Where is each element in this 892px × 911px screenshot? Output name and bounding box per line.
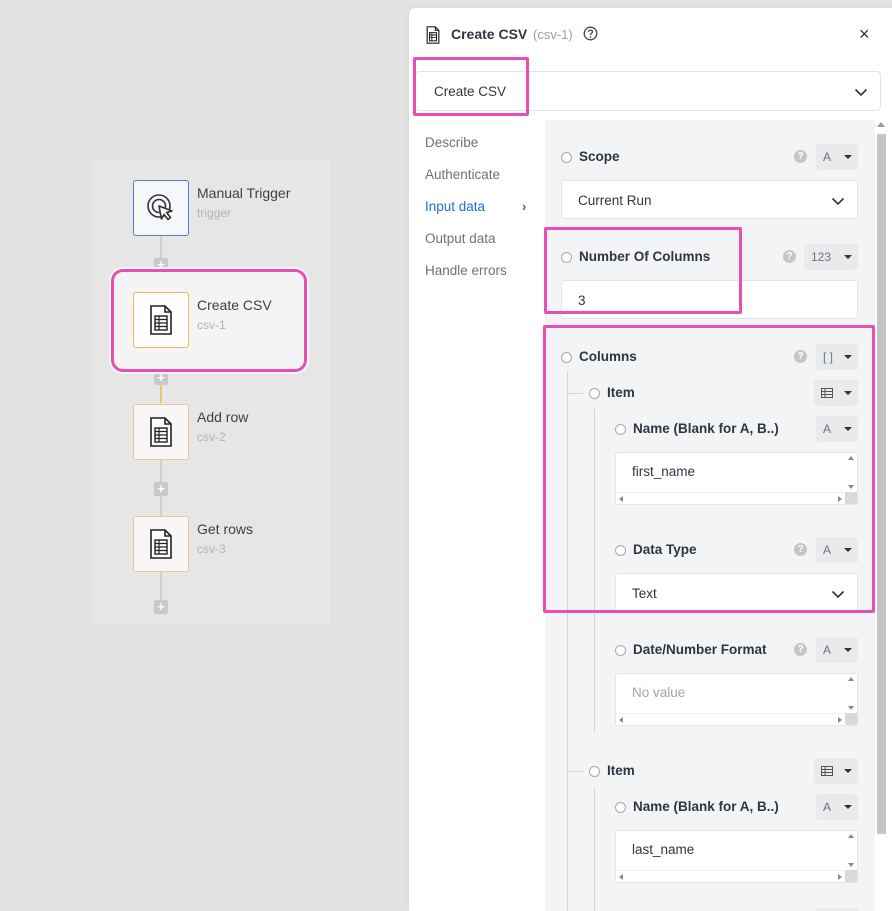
add-step-button[interactable]: + bbox=[154, 600, 168, 614]
caret-down-icon bbox=[844, 255, 852, 259]
table-icon bbox=[821, 766, 833, 776]
caret-down-icon bbox=[844, 805, 852, 809]
column-name-input[interactable]: last_name bbox=[615, 830, 858, 883]
help-icon[interactable] bbox=[583, 26, 598, 41]
scope-radio[interactable] bbox=[561, 152, 572, 163]
textarea-scrollbar[interactable] bbox=[845, 831, 857, 870]
node-settings-panel: Create CSV (csv-1) × Create CSV Describe… bbox=[409, 8, 892, 911]
spreadsheet-icon bbox=[150, 305, 172, 335]
caret-down-icon bbox=[844, 648, 852, 652]
scrollbar-thumb[interactable] bbox=[877, 134, 886, 834]
workflow-node-create-csv[interactable]: Create CSV csv-1 bbox=[132, 291, 332, 349]
type-number-icon: 123 bbox=[811, 250, 832, 264]
item-radio[interactable] bbox=[589, 766, 600, 777]
cursor-click-icon bbox=[147, 194, 173, 221]
add-step-button[interactable]: + bbox=[154, 482, 168, 496]
nav-authenticate[interactable]: Authenticate bbox=[425, 167, 500, 182]
format-placeholder: No value bbox=[632, 685, 686, 700]
textarea-scrollbar[interactable] bbox=[845, 674, 857, 713]
step-name-highlight bbox=[413, 57, 529, 116]
item-label: Item bbox=[607, 763, 635, 778]
type-text-icon: A bbox=[823, 800, 832, 814]
format-type-select[interactable]: A bbox=[816, 637, 858, 663]
help-icon[interactable]: ? bbox=[794, 150, 807, 163]
format-input[interactable]: No value bbox=[615, 673, 858, 726]
node-icon-box bbox=[133, 516, 189, 572]
scope-value: Current Run bbox=[578, 193, 652, 208]
chevron-down-icon bbox=[854, 88, 868, 97]
column-name-label: Name (Blank for A, B..) bbox=[633, 799, 779, 814]
workflow-node-add-row[interactable]: Add row csv-2 bbox=[132, 403, 332, 461]
scroll-up-arrow[interactable] bbox=[877, 122, 885, 127]
column-name-value: last_name bbox=[632, 842, 695, 857]
node-title: Create CSV bbox=[197, 297, 272, 313]
chevron-down-icon bbox=[831, 197, 845, 206]
node-icon-box bbox=[133, 292, 189, 348]
scope-select[interactable]: Current Run bbox=[561, 180, 858, 219]
nav-handle-errors[interactable]: Handle errors bbox=[425, 263, 507, 278]
caret-down-icon bbox=[844, 155, 852, 159]
chevron-right-icon: › bbox=[522, 199, 527, 214]
help-icon[interactable]: ? bbox=[794, 643, 807, 656]
close-button[interactable]: × bbox=[859, 25, 870, 43]
panel-header: Create CSV (csv-1) × bbox=[409, 8, 892, 60]
caret-down-icon bbox=[844, 769, 852, 773]
textarea-hscrollbar[interactable] bbox=[616, 870, 845, 882]
node-subtitle: csv-2 bbox=[197, 430, 226, 444]
node-title: Manual Trigger bbox=[197, 185, 291, 201]
scope-type-select[interactable]: A bbox=[816, 144, 858, 170]
help-icon[interactable]: ? bbox=[783, 250, 796, 263]
column-name-type-select[interactable]: A bbox=[816, 794, 858, 820]
trigger-node-icon-box bbox=[133, 180, 189, 236]
node-subtitle: csv-3 bbox=[197, 542, 226, 556]
textarea-resize-handle[interactable] bbox=[845, 713, 857, 725]
spreadsheet-icon bbox=[150, 417, 172, 447]
tree-line bbox=[567, 771, 583, 772]
node-icon-box bbox=[133, 404, 189, 460]
workflow-node-get-rows[interactable]: Get rows csv-3 bbox=[132, 515, 332, 573]
column-name-radio[interactable] bbox=[615, 802, 626, 813]
spreadsheet-icon bbox=[426, 26, 440, 44]
node-title: Get rows bbox=[197, 521, 254, 537]
nav-describe[interactable]: Describe bbox=[425, 135, 478, 150]
num-columns-type-select[interactable]: 123 bbox=[804, 244, 858, 270]
columns-highlight bbox=[543, 325, 875, 613]
type-text-icon: A bbox=[823, 643, 832, 657]
tree-line bbox=[594, 787, 595, 911]
node-subtitle: trigger bbox=[197, 206, 232, 220]
nav-input-data[interactable]: Input data bbox=[425, 199, 485, 214]
format-label: Date/Number Format bbox=[633, 642, 767, 657]
format-radio[interactable] bbox=[615, 645, 626, 656]
textarea-hscrollbar[interactable] bbox=[616, 713, 845, 725]
type-text-icon: A bbox=[823, 150, 832, 164]
panel-title: Create CSV bbox=[451, 26, 528, 42]
scope-label: Scope bbox=[579, 149, 620, 164]
add-step-button[interactable]: + bbox=[154, 371, 168, 385]
node-subtitle: csv-1 bbox=[197, 318, 226, 332]
panel-scrollbar[interactable] bbox=[875, 120, 887, 911]
workflow-node-manual-trigger[interactable]: Manual Trigger trigger bbox=[132, 179, 332, 237]
textarea-resize-handle[interactable] bbox=[845, 870, 857, 882]
panel-node-id: (csv-1) bbox=[533, 27, 573, 42]
num-columns-highlight bbox=[544, 227, 742, 314]
spreadsheet-icon bbox=[150, 529, 172, 559]
item-type-select[interactable] bbox=[814, 758, 858, 784]
node-title: Add row bbox=[197, 409, 249, 425]
nav-output-data[interactable]: Output data bbox=[425, 231, 496, 246]
